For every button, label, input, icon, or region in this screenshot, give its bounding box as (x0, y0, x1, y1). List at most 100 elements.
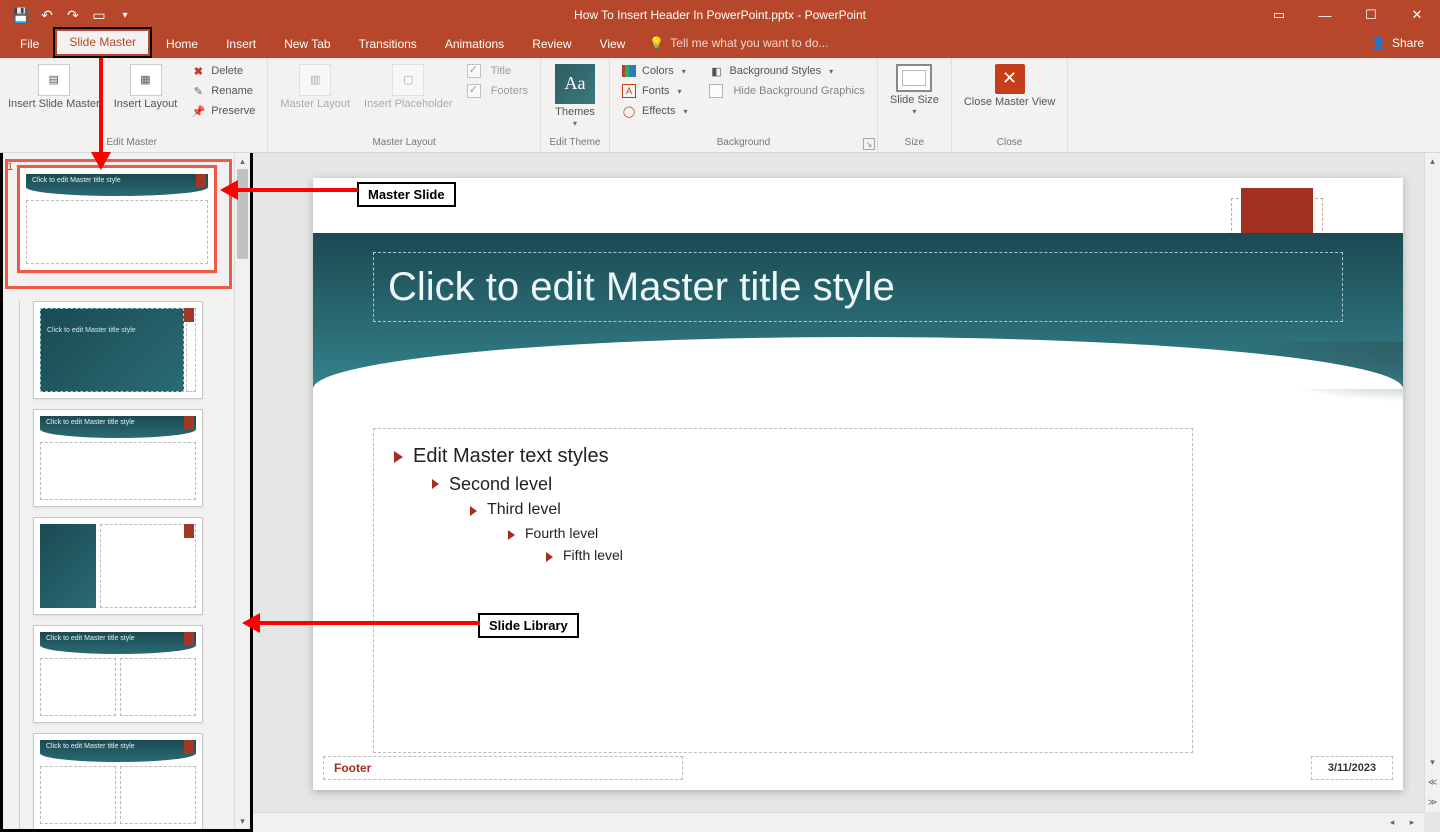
close-master-view-button[interactable]: ✕ Close Master View (960, 62, 1060, 110)
chevron-down-icon: ▾ (683, 107, 687, 116)
body-l2-text: Second level (449, 474, 552, 495)
quick-access-toolbar: 💾 ↶ ↷ ▭ ▾ (0, 4, 136, 26)
layout-thumb-comparison[interactable]: Click to edit Master title style (33, 733, 203, 829)
ribbon-options-icon[interactable]: ▭ (1256, 0, 1302, 30)
titlebar: 💾 ↶ ↷ ▭ ▾ How To Insert Header In PowerP… (0, 0, 1440, 30)
tab-new-tab[interactable]: New Tab (270, 31, 344, 58)
thumbnails-scrollbar[interactable]: ▴ ▾ (234, 153, 250, 829)
themes-label: Themes (555, 106, 595, 118)
themes-button[interactable]: Aa Themes ▾ (549, 62, 601, 131)
fonts-button[interactable]: AFonts▾ (618, 82, 686, 100)
master-index-number: 1 (7, 161, 13, 173)
annotation-slide-library: Slide Library (478, 613, 579, 638)
dialog-launcher-icon[interactable]: ↘ (863, 138, 875, 150)
mini-corner-icon (184, 524, 194, 538)
tell-me-search[interactable]: 💡 Tell me what you want to do... (639, 36, 838, 58)
close-master-icon: ✕ (995, 64, 1025, 94)
group-label-size: Size (905, 137, 924, 150)
layout-thumb-title-slide[interactable]: Click to edit Master title style (33, 301, 203, 399)
date-placeholder[interactable]: 3/11/2023 (1311, 756, 1393, 780)
delete-button[interactable]: ✖Delete (187, 62, 247, 80)
save-icon[interactable]: 💾 (10, 4, 32, 26)
next-slide-icon[interactable]: ≫ (1425, 794, 1440, 810)
prev-slide-icon[interactable]: ≪ (1425, 774, 1440, 790)
tell-me-placeholder: Tell me what you want to do... (670, 36, 828, 50)
close-icon[interactable]: ✕ (1394, 0, 1440, 30)
hide-bg-checkbox[interactable]: Hide Background Graphics (705, 82, 868, 100)
group-label-edit-master: Edit Master (106, 137, 157, 150)
tab-animations[interactable]: Animations (431, 31, 518, 58)
delete-icon: ✖ (191, 64, 205, 78)
preserve-label: Preserve (211, 105, 255, 117)
group-size: Slide Size ▾ Size (878, 58, 952, 152)
thumbnail-list[interactable]: 1 Click to edit Master title style Click… (3, 153, 250, 829)
share-button[interactable]: 👤 Share (1363, 32, 1432, 54)
scroll-left-icon[interactable]: ◂ (1384, 815, 1400, 831)
insert-layout-button[interactable]: ▦ Insert Layout (110, 62, 182, 112)
master-layout-button: ▥ Master Layout (276, 62, 354, 112)
mini-title-text: Click to edit Master title style (46, 419, 135, 426)
mini-title-band: Click to edit Master title style (40, 740, 196, 762)
tab-transitions[interactable]: Transitions (345, 31, 431, 58)
scroll-down-icon[interactable]: ▾ (1425, 754, 1440, 770)
slide-size-label: Slide Size (890, 94, 939, 106)
qat-more-icon[interactable]: ▾ (114, 4, 136, 26)
start-from-beginning-icon[interactable]: ▭ (88, 4, 110, 26)
layout-thumb-section-header[interactable] (33, 517, 203, 615)
insert-placeholder-button: ▢ Insert Placeholder (360, 62, 457, 112)
background-styles-button[interactable]: ◧Background Styles▾ (705, 62, 837, 80)
body-l5-text: Fifth level (563, 547, 623, 563)
tab-view[interactable]: View (586, 31, 640, 58)
scroll-up-icon[interactable]: ▴ (1425, 153, 1440, 169)
bullet-icon (394, 451, 403, 463)
mini-title-big: Click to edit Master title style (40, 308, 184, 392)
mini-title-band: Click to edit Master title style (40, 632, 196, 654)
bg-styles-icon: ◧ (709, 64, 723, 78)
title-placeholder[interactable]: Click to edit Master title style (373, 252, 1343, 322)
layout-thumb-title-content[interactable]: Click to edit Master title style (33, 409, 203, 507)
tab-slide-master[interactable]: Slide Master (57, 31, 148, 54)
maximize-icon[interactable]: ☐ (1348, 0, 1394, 30)
footers-checkbox: Footers (463, 82, 532, 100)
title-checkbox: Title (463, 62, 515, 80)
effects-button[interactable]: ◯Effects▾ (618, 102, 691, 120)
body-placeholder[interactable]: Edit Master text styles Second level Thi… (373, 428, 1193, 753)
scroll-right-icon[interactable]: ▸ (1404, 815, 1420, 831)
rename-button[interactable]: ✎Rename (187, 82, 257, 100)
canvas-scrollbar-vertical[interactable]: ▴ ▾ ≪ ≫ (1424, 153, 1440, 812)
body-level-4: Fourth level (508, 525, 1172, 541)
master-thumb-selection: 1 Click to edit Master title style (5, 159, 232, 289)
tab-review[interactable]: Review (518, 31, 585, 58)
master-slide-canvas[interactable]: ‹#› Click to edit Master title style Edi… (313, 178, 1403, 790)
redo-icon[interactable]: ↷ (62, 4, 84, 26)
slide-size-button[interactable]: Slide Size ▾ (886, 62, 943, 119)
footer-placeholder[interactable]: Footer (323, 756, 683, 780)
group-label-edit-theme: Edit Theme (550, 137, 601, 150)
tab-insert[interactable]: Insert (212, 31, 270, 58)
scroll-up-icon[interactable]: ▴ (235, 153, 250, 169)
insert-slide-master-button[interactable]: ▤ Insert Slide Master (4, 62, 104, 112)
preserve-button[interactable]: 📌Preserve (187, 102, 259, 120)
group-label-master-layout: Master Layout (372, 137, 435, 150)
scroll-down-icon[interactable]: ▾ (235, 813, 250, 829)
tab-home[interactable]: Home (152, 31, 212, 58)
canvas-scrollbar-horizontal[interactable]: ◂ ▸ (253, 812, 1424, 832)
mini-title-band: Click to edit Master title style (40, 416, 196, 438)
master-slide-thumb[interactable]: Click to edit Master title style (17, 165, 217, 273)
undo-icon[interactable]: ↶ (36, 4, 58, 26)
chevron-down-icon: ▾ (573, 120, 577, 129)
scroll-thumb[interactable] (237, 169, 248, 259)
mini-title-text: Click to edit Master title style (47, 327, 136, 334)
insert-slide-master-icon: ▤ (38, 64, 70, 96)
bg-styles-label: Background Styles (729, 65, 821, 77)
group-label-background: Background (717, 137, 770, 150)
tab-file[interactable]: File (6, 31, 53, 58)
mini-title-text: Click to edit Master title style (32, 177, 121, 184)
mini-right-txt (100, 524, 196, 608)
colors-button[interactable]: Colors▾ (618, 62, 690, 80)
mini-corner-icon (184, 632, 194, 646)
layout-thumb-two-content[interactable]: Click to edit Master title style (33, 625, 203, 723)
body-l3-text: Third level (487, 501, 561, 519)
minimize-icon[interactable]: — (1302, 0, 1348, 30)
mini-body (26, 200, 208, 264)
